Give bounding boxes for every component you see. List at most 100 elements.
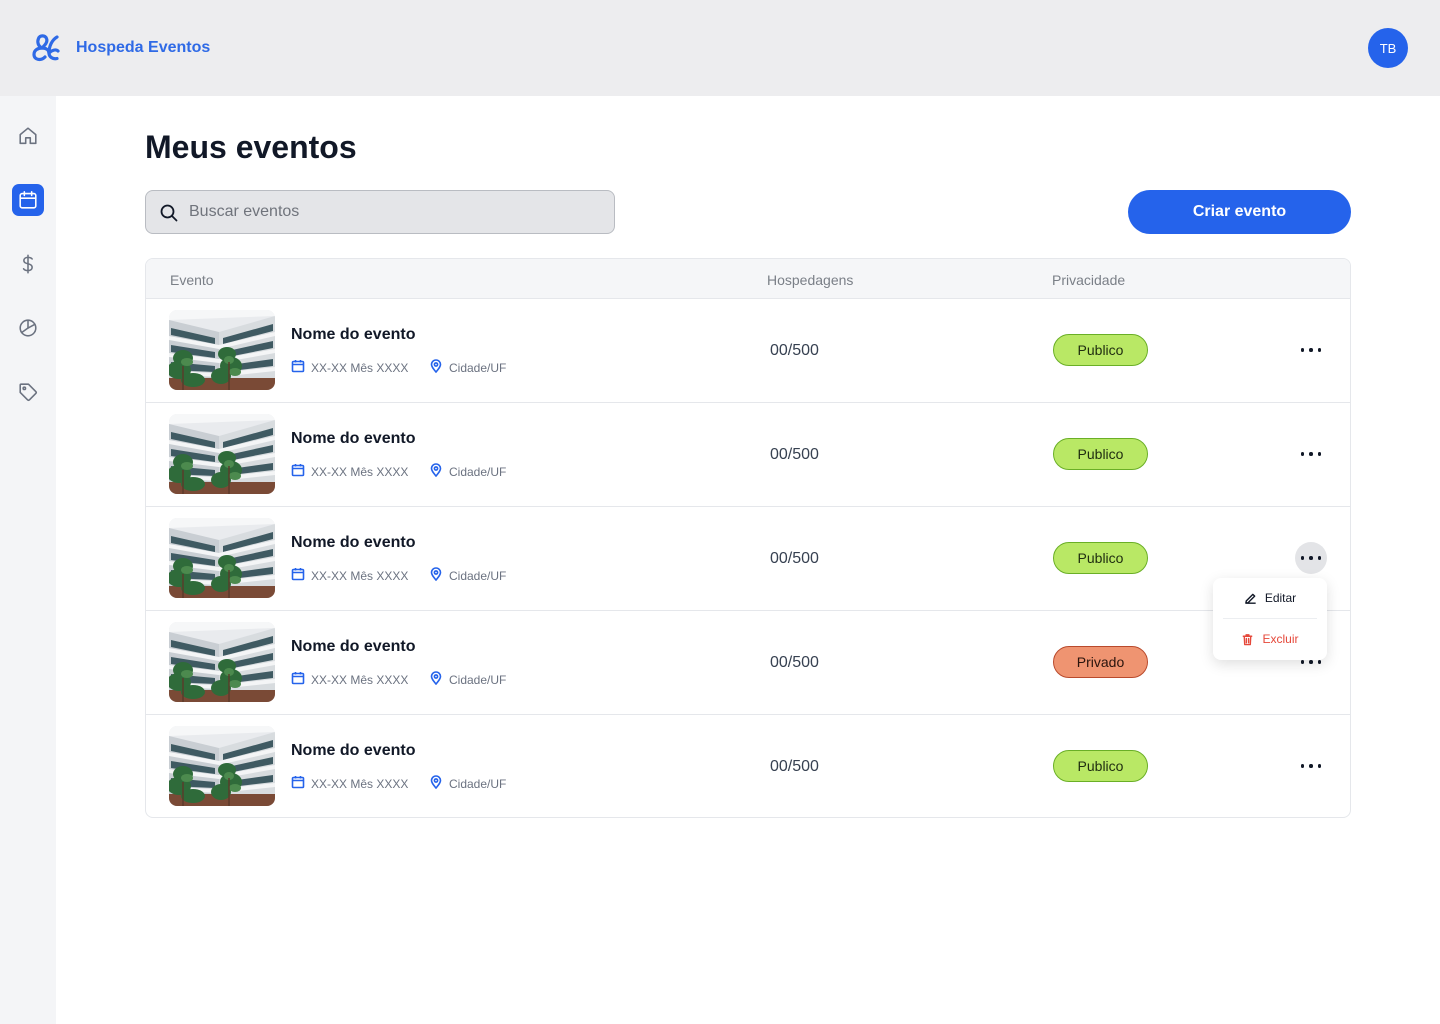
location-pin-icon	[429, 671, 449, 688]
calendar-icon	[291, 463, 311, 480]
lodging-count: 00/500	[770, 446, 819, 463]
event-date: XX-XX Mês XXXX	[291, 463, 408, 480]
calendar-icon	[291, 671, 311, 688]
sidebar	[0, 96, 56, 1024]
privacy-badge: Publico	[1053, 334, 1148, 366]
event-location-text: Cidade/UF	[449, 464, 507, 479]
more-dot	[1317, 764, 1322, 768]
event-name[interactable]: Nome do evento	[291, 325, 415, 345]
table-row[interactable]: Nome do evento XX-XX Mês XXXX Cidade/UF …	[146, 715, 1350, 817]
events-table: Evento Hospedagens Privacidade Nome do e…	[145, 258, 1351, 818]
search-icon	[160, 204, 178, 222]
event-location: Cidade/UF	[429, 671, 506, 688]
event-thumbnail	[169, 622, 275, 702]
column-header-privacy: Privacidade	[1052, 272, 1126, 288]
sidebar-item-reports[interactable]	[12, 312, 44, 344]
more-dot	[1309, 764, 1313, 768]
brand-name[interactable]: Hospeda Eventos	[76, 38, 210, 58]
event-date-text: XX-XX Mês XXXX	[311, 360, 409, 375]
tag-icon	[19, 383, 37, 401]
event-location: Cidade/UF	[429, 359, 506, 376]
more-dot	[1300, 660, 1305, 664]
lodging-count: 00/500	[770, 654, 819, 671]
event-location-text: Cidade/UF	[449, 672, 507, 687]
privacy-badge: Publico	[1053, 750, 1148, 782]
more-dot	[1300, 556, 1305, 560]
edit-label: Editar	[1264, 591, 1297, 605]
event-date: XX-XX Mês XXXX	[291, 775, 408, 792]
event-thumbnail	[169, 310, 275, 390]
more-dot	[1309, 452, 1313, 456]
search-box[interactable]	[145, 190, 615, 234]
event-location: Cidade/UF	[429, 567, 506, 584]
sidebar-item-finance[interactable]	[12, 248, 44, 280]
more-dot	[1317, 452, 1322, 456]
event-name[interactable]: Nome do evento	[291, 637, 415, 657]
event-name[interactable]: Nome do evento	[291, 533, 415, 553]
page-title: Meus eventos	[145, 129, 357, 165]
event-location-text: Cidade/UF	[449, 360, 507, 375]
more-options-button[interactable]	[1295, 542, 1327, 574]
more-dot	[1317, 348, 1322, 352]
event-thumbnail	[169, 726, 275, 806]
event-date-text: XX-XX Mês XXXX	[311, 464, 409, 479]
more-dot	[1300, 452, 1305, 456]
sidebar-item-events[interactable]	[12, 184, 44, 216]
more-dot	[1309, 348, 1313, 352]
event-name[interactable]: Nome do evento	[291, 741, 415, 761]
lodging-count: 00/500	[770, 550, 819, 567]
event-location-text: Cidade/UF	[449, 776, 507, 791]
sidebar-item-home[interactable]	[12, 120, 44, 152]
location-pin-icon	[429, 463, 449, 480]
event-date-text: XX-XX Mês XXXX	[311, 776, 409, 791]
table-row[interactable]: Nome do evento XX-XX Mês XXXX Cidade/UF …	[146, 299, 1350, 403]
home-icon	[19, 127, 37, 145]
delete-menu-item[interactable]: Excluir	[1213, 619, 1327, 659]
lodging-count: 00/500	[770, 342, 819, 359]
location-pin-icon	[429, 567, 449, 584]
more-dot	[1300, 348, 1305, 352]
table-row[interactable]: Nome do evento XX-XX Mês XXXX Cidade/UF …	[146, 611, 1350, 715]
delete-label: Excluir	[1262, 632, 1299, 646]
more-options-button[interactable]	[1295, 750, 1327, 782]
ampersand-logo-icon[interactable]	[30, 31, 62, 63]
top-bar: Hospeda Eventos TB	[0, 0, 1440, 96]
search-input[interactable]	[189, 191, 599, 233]
event-name[interactable]: Nome do evento	[291, 429, 415, 449]
calendar-icon	[19, 190, 37, 209]
event-location: Cidade/UF	[429, 463, 506, 480]
more-options-button[interactable]	[1295, 438, 1327, 470]
more-dot	[1309, 660, 1313, 664]
trash-icon	[1243, 633, 1253, 645]
more-dot	[1317, 660, 1322, 664]
user-avatar[interactable]: TB	[1368, 28, 1408, 68]
event-date-text: XX-XX Mês XXXX	[311, 568, 409, 583]
more-options-button[interactable]	[1295, 334, 1327, 366]
location-pin-icon	[429, 359, 449, 376]
calendar-icon	[291, 359, 311, 376]
table-row[interactable]: Nome do evento XX-XX Mês XXXX Cidade/UF …	[146, 403, 1350, 507]
more-dot	[1309, 556, 1313, 560]
column-header-event: Evento	[170, 272, 214, 288]
table-header: Evento Hospedagens Privacidade	[146, 259, 1350, 299]
calendar-icon	[291, 775, 311, 792]
privacy-badge: Privado	[1053, 646, 1148, 678]
more-dot	[1317, 556, 1322, 560]
row-actions-menu: Editar Excluir	[1213, 578, 1327, 660]
location-pin-icon	[429, 775, 449, 792]
event-date: XX-XX Mês XXXX	[291, 359, 408, 376]
pencil-icon	[1244, 593, 1256, 604]
event-location-text: Cidade/UF	[449, 568, 507, 583]
pie-chart-icon	[19, 319, 37, 337]
privacy-badge: Publico	[1053, 542, 1148, 574]
lodging-count: 00/500	[770, 758, 819, 775]
table-row[interactable]: Nome do evento XX-XX Mês XXXX Cidade/UF …	[146, 507, 1350, 611]
event-date: XX-XX Mês XXXX	[291, 671, 408, 688]
event-location: Cidade/UF	[429, 775, 506, 792]
sidebar-item-tags[interactable]	[12, 376, 44, 408]
event-thumbnail	[169, 518, 275, 598]
edit-menu-item[interactable]: Editar	[1213, 578, 1327, 618]
create-event-button[interactable]: Criar evento	[1128, 190, 1351, 234]
more-dot	[1300, 764, 1305, 768]
event-date: XX-XX Mês XXXX	[291, 567, 408, 584]
